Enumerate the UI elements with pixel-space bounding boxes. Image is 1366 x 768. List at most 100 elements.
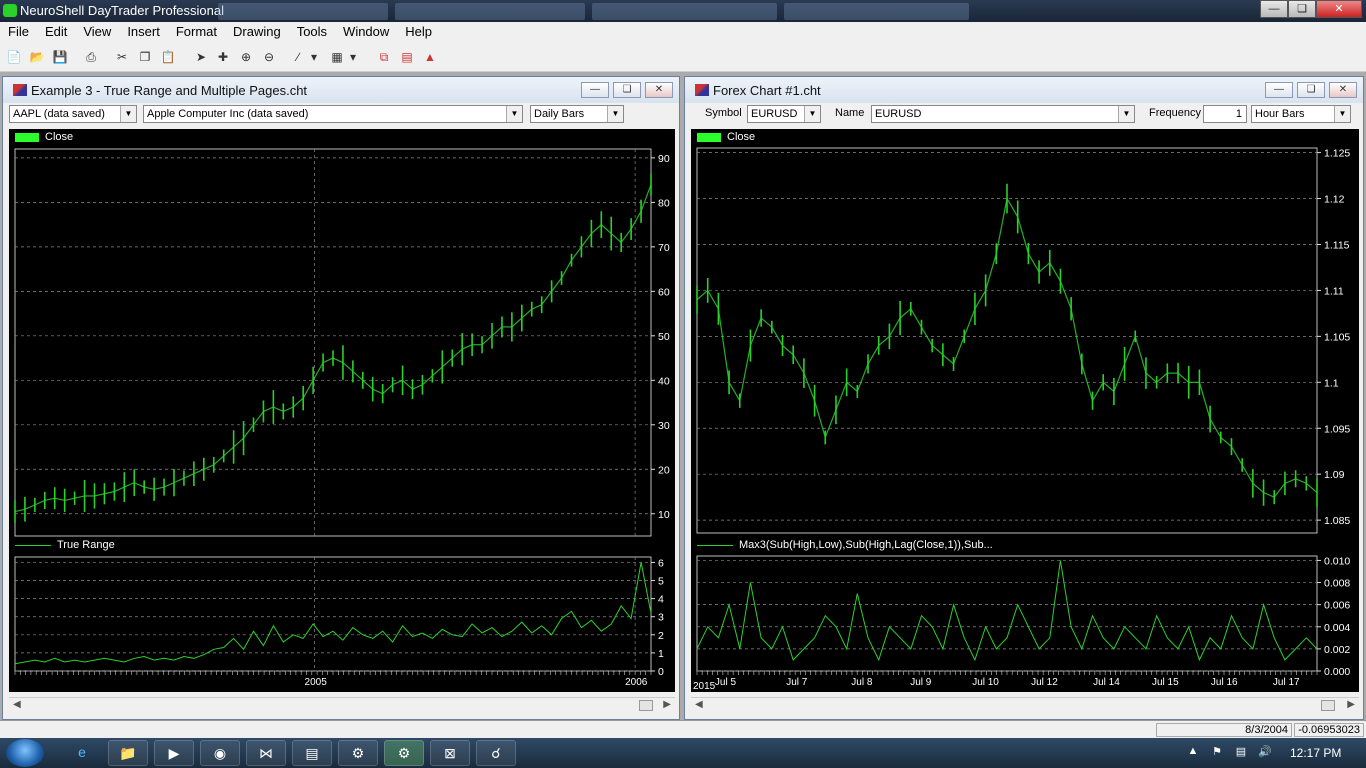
notepad-icon[interactable]: ▤: [292, 740, 332, 766]
file-explorer-icon[interactable]: 📁: [108, 740, 148, 766]
price-bar-connector: [1198, 382, 1211, 420]
settings-app-icon[interactable]: ⚙: [338, 740, 378, 766]
taskbar-clock[interactable]: 12:17 PM: [1290, 746, 1341, 760]
app-restore-button[interactable]: ❏: [1288, 0, 1316, 18]
scroll-right-icon[interactable]: ▶: [1347, 699, 1355, 710]
price-bar-connector: [541, 290, 553, 306]
save-icon[interactable]: 💾: [52, 50, 68, 65]
x-tick-label: Jul 10: [972, 677, 999, 688]
new-icon[interactable]: 📄: [6, 50, 22, 65]
open-icon[interactable]: 📂: [29, 50, 45, 65]
price-bar-connector: [14, 508, 26, 513]
y-tick-label: 0: [658, 666, 664, 678]
scroll-thumb[interactable]: [639, 700, 653, 711]
xampp-icon[interactable]: ⊠: [430, 740, 470, 766]
price-bar-connector: [402, 379, 413, 390]
menu-help[interactable]: Help: [397, 22, 440, 42]
price-bar-connector: [1027, 253, 1040, 273]
plot-frame: [696, 555, 1318, 672]
start-button[interactable]: [6, 739, 44, 767]
true-range-line: [14, 562, 652, 665]
pointer-icon[interactable]: ➤: [193, 50, 209, 65]
y-tick-label: 40: [658, 375, 670, 387]
background-browser-tab[interactable]: [592, 3, 777, 20]
menu-insert[interactable]: Insert: [119, 22, 168, 42]
price-bar-connector: [1284, 478, 1296, 484]
paste-icon[interactable]: 📋: [160, 50, 176, 65]
chevron-down-icon[interactable]: ▾: [309, 50, 319, 65]
price-bar-connector: [74, 495, 85, 499]
price-bar-connector: [173, 477, 185, 484]
menu-edit[interactable]: Edit: [37, 22, 75, 42]
app-close-button[interactable]: ✕: [1316, 0, 1362, 18]
media-player-icon[interactable]: ▶: [154, 740, 194, 766]
price-bar-connector: [952, 336, 965, 365]
y-tick-label: 3: [658, 612, 664, 624]
menu-drawing[interactable]: Drawing: [225, 22, 289, 42]
background-browser-tab[interactable]: [395, 3, 585, 20]
price-bar-connector: [728, 382, 741, 401]
horizontal-scrollbar[interactable]: ◀ ▶: [691, 697, 1359, 713]
y-tick-label: 90: [658, 153, 670, 165]
scroll-left-icon[interactable]: ◀: [695, 699, 703, 710]
price-bar-connector: [571, 246, 582, 261]
price-bar-connector: [707, 290, 719, 310]
menu-tools[interactable]: Tools: [289, 22, 335, 42]
crosshair-icon[interactable]: ✚: [215, 50, 231, 65]
price-bar-connector: [372, 388, 383, 395]
scroll-right-icon[interactable]: ▶: [663, 699, 671, 710]
chrome-icon[interactable]: ◉: [200, 740, 240, 766]
background-browser-tab[interactable]: [784, 3, 969, 20]
scroll-left-icon[interactable]: ◀: [13, 699, 21, 710]
x-tick-label: Jul 9: [910, 677, 932, 688]
y-tick-label: 0.006: [1324, 600, 1350, 612]
y-tick-label: 6: [658, 557, 664, 569]
menu-file[interactable]: File: [0, 22, 37, 42]
app-taskbar-icon[interactable]: ☌: [476, 740, 516, 766]
price-bar-connector: [1220, 436, 1232, 448]
copy-icon[interactable]: ❐: [137, 50, 153, 65]
menu-view[interactable]: View: [75, 22, 119, 42]
indicator-icon[interactable]: ▲: [422, 50, 438, 65]
network-icon[interactable]: ▤: [1234, 745, 1248, 759]
x-tick-label: Jul 14: [1093, 677, 1120, 688]
price-bar-connector: [441, 357, 453, 368]
price-bar-connector: [1252, 482, 1264, 494]
volume-icon[interactable]: 🔊: [1258, 745, 1272, 759]
action-center-icon[interactable]: ⚑: [1210, 745, 1224, 759]
zoom-in-icon[interactable]: ⊕: [238, 50, 254, 65]
menu-window[interactable]: Window: [335, 22, 397, 42]
zoom-out-icon[interactable]: ⊖: [261, 50, 277, 65]
app-minimize-button[interactable]: —: [1260, 0, 1288, 18]
horizontal-scrollbar[interactable]: ◀ ▶: [9, 697, 675, 713]
y-tick-label: 1: [658, 648, 664, 660]
y-tick-label: 70: [658, 242, 670, 254]
print-icon[interactable]: ⎙: [83, 50, 99, 65]
price-bar-connector: [243, 424, 254, 439]
price-bar-connector: [183, 473, 195, 479]
menu-bar: File Edit View Insert Format Drawing Too…: [0, 22, 1366, 42]
scroll-thumb[interactable]: [1321, 700, 1335, 711]
internet-explorer-icon[interactable]: e: [62, 740, 102, 766]
cut-icon[interactable]: ✂: [114, 50, 130, 65]
fill-tool-icon[interactable]: ▦: [329, 50, 345, 65]
price-bar-connector: [846, 381, 858, 392]
tile-windows-icon[interactable]: ▤: [399, 50, 415, 65]
chevron-down-icon[interactable]: ▾: [348, 50, 358, 65]
y-tick-label: 2: [658, 630, 664, 642]
price-bar-connector: [1156, 372, 1168, 383]
indicator-line: [696, 560, 1318, 662]
price-bar-connector: [124, 482, 135, 488]
price-bar-connector: [1091, 382, 1104, 401]
cascade-windows-icon[interactable]: ⧉: [376, 50, 392, 65]
price-bar-connector: [213, 455, 225, 466]
price-bar-connector: [1006, 198, 1019, 218]
windows-taskbar: e 📁 ▶ ◉ ⋈ ▤ ⚙ ⚙ ⊠ ☌ ▲ ⚑ ▤ 🔊 12:17 PM: [0, 738, 1366, 768]
visual-studio-icon[interactable]: ⋈: [246, 740, 286, 766]
background-browser-tab[interactable]: [218, 3, 388, 20]
price-bar-connector: [94, 493, 105, 497]
show-hidden-icons-icon[interactable]: ▲: [1186, 745, 1200, 759]
neuroshell-taskbar-icon[interactable]: ⚙: [384, 740, 424, 766]
line-tool-icon[interactable]: ∕: [290, 50, 306, 65]
menu-format[interactable]: Format: [168, 22, 225, 42]
